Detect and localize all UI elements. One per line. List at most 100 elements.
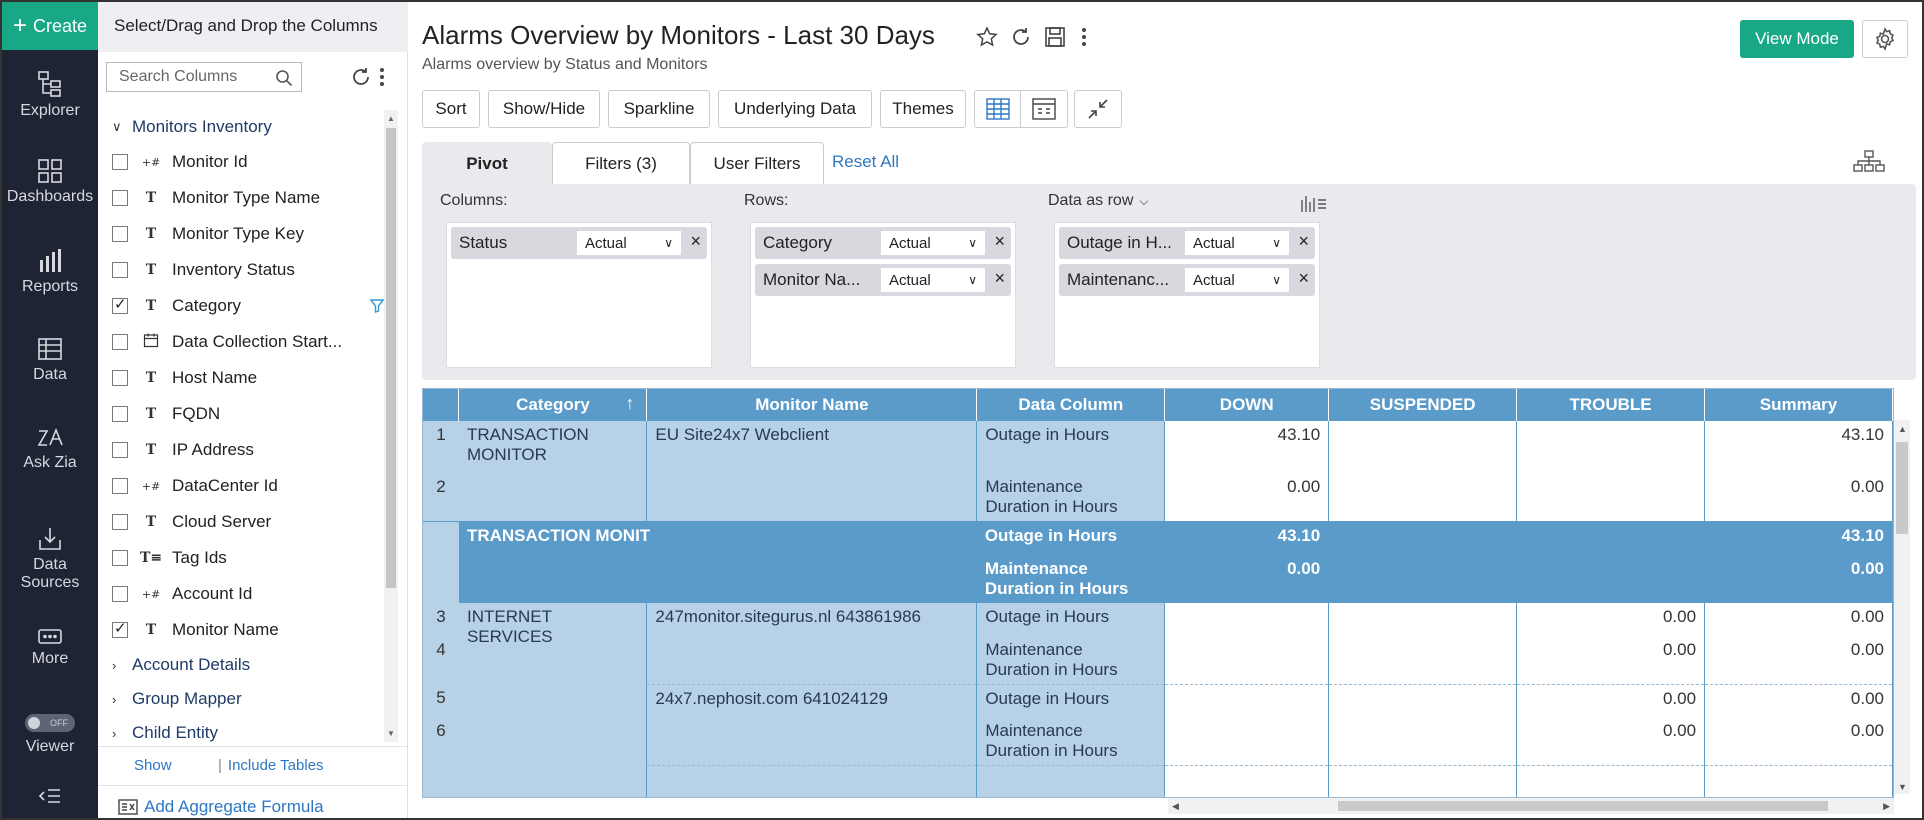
column-item[interactable]: T Monitor Name xyxy=(112,612,382,648)
scroll-up-icon[interactable]: ▲ xyxy=(387,114,395,123)
rows-shelf[interactable]: Category Actual ∨ × Monitor Na... Actual ∨ × xyxy=(750,222,1016,368)
column-checkbox[interactable] xyxy=(112,550,128,566)
column-checkbox[interactable] xyxy=(112,190,128,206)
column-checkbox[interactable] xyxy=(112,586,128,602)
shelf-pill[interactable]: Category Actual ∨ × xyxy=(755,227,1011,259)
nav-reports[interactable]: Reports xyxy=(2,248,98,296)
column-checkbox[interactable] xyxy=(112,226,128,242)
cell-monitor-name[interactable]: EU Site24x7 Webclient xyxy=(646,421,978,522)
header-category[interactable]: Category ↑ xyxy=(458,389,648,421)
column-item[interactable]: Data Collection Start... xyxy=(112,324,382,360)
column-item[interactable]: T Inventory Status xyxy=(112,252,382,288)
tab-filters[interactable]: Filters (3) xyxy=(552,142,690,184)
cell-summary[interactable]: 0.00 xyxy=(1704,602,1893,636)
collapse-nav[interactable] xyxy=(2,788,98,808)
header-data-column[interactable]: Data Column xyxy=(976,389,1166,421)
tree-group[interactable]: › Group Mapper xyxy=(112,682,382,716)
cell-suspended[interactable] xyxy=(1328,717,1518,766)
column-item[interactable]: T Host Name xyxy=(112,360,382,396)
cell-monitor-name[interactable]: 24x7.nephosit.com 641024129 xyxy=(646,684,978,766)
create-button[interactable]: + Create xyxy=(2,2,98,50)
column-checkbox[interactable] xyxy=(112,262,128,278)
sort-button[interactable]: Sort xyxy=(422,90,480,128)
cell-trouble[interactable]: 0.00 xyxy=(1516,635,1706,685)
scroll-down-icon[interactable]: ▼ xyxy=(387,729,395,738)
search-columns-input[interactable]: Search Columns xyxy=(106,62,302,92)
data-as-row-dropdown[interactable]: Data as row ⌵ xyxy=(1048,192,1148,210)
themes-button[interactable]: Themes xyxy=(880,90,966,128)
aggregate-select[interactable]: Actual ∨ xyxy=(881,268,985,292)
tree-group[interactable]: › Child Entity xyxy=(112,716,382,750)
subtotal-trouble[interactable] xyxy=(1516,554,1706,603)
scroll-up-icon[interactable]: ▲ xyxy=(1898,424,1907,434)
column-checkbox[interactable] xyxy=(112,514,128,530)
column-item[interactable]: +# Account Id xyxy=(112,576,382,612)
nav-data-sources[interactable]: Data Sources xyxy=(2,526,98,592)
header-trouble[interactable]: TROUBLE xyxy=(1516,389,1706,421)
add-aggregate-formula-link[interactable]: Add Aggregate Formula xyxy=(118,797,324,817)
tree-group[interactable]: › Account Details xyxy=(112,648,382,682)
data-shelf[interactable]: Outage in H... Actual ∨ × Maintenanc... Actua… xyxy=(1054,222,1320,368)
table-vertical-scrollbar[interactable]: ▲ ▼ xyxy=(1894,420,1910,794)
cell-summary[interactable]: 0.00 xyxy=(1704,635,1893,685)
aggregate-select[interactable]: Actual ∨ xyxy=(1185,268,1289,292)
filter-icon[interactable] xyxy=(369,298,385,318)
aggregate-select[interactable]: Actual ∨ xyxy=(1185,231,1289,255)
column-checkbox[interactable] xyxy=(112,406,128,422)
column-item[interactable]: T Monitor Type Key xyxy=(112,216,382,252)
remove-pill-icon[interactable]: × xyxy=(1298,232,1309,250)
column-item[interactable]: +# DataCenter Id xyxy=(112,468,382,504)
include-tables-link[interactable]: Include Tables xyxy=(218,757,324,774)
save-icon[interactable] xyxy=(1044,26,1066,48)
cell-category[interactable]: TRANSACTION MONITOR xyxy=(458,421,648,522)
nav-viewer[interactable]: OFF Viewer xyxy=(2,714,98,756)
cell-suspended[interactable] xyxy=(1328,635,1518,685)
nav-ask-zia[interactable]: Ask Zia xyxy=(2,426,98,472)
columns-shelf[interactable]: Status Actual ∨ × xyxy=(446,222,712,368)
cell-monitor-name[interactable]: 247monitor.sitegurus.nl 643861986 xyxy=(646,602,978,685)
subtotal-suspended[interactable] xyxy=(1328,554,1518,603)
underlying-data-button[interactable]: Underlying Data xyxy=(718,90,872,128)
remove-pill-icon[interactable]: × xyxy=(994,269,1005,287)
cell-down[interactable] xyxy=(1164,635,1330,685)
tab-pivot[interactable]: Pivot xyxy=(422,142,552,184)
column-checkbox[interactable] xyxy=(112,370,128,386)
scroll-thumb[interactable] xyxy=(1896,442,1908,534)
column-checkbox[interactable] xyxy=(112,154,128,170)
aggregate-select[interactable]: Actual ∨ xyxy=(577,231,681,255)
columns-scrollbar[interactable]: ▲ ▼ xyxy=(384,110,398,742)
cell-down[interactable] xyxy=(1164,602,1330,636)
cell-trouble[interactable]: 0.00 xyxy=(1516,717,1706,766)
hierarchy-icon[interactable] xyxy=(1852,150,1886,172)
column-item[interactable]: T IP Address xyxy=(112,432,382,468)
collapse-button[interactable] xyxy=(1074,90,1122,128)
reload-icon[interactable] xyxy=(1010,26,1032,48)
shelf-pill[interactable]: Maintenanc... Actual ∨ × xyxy=(1059,264,1315,296)
column-item[interactable]: T≡ Tag Ids xyxy=(112,540,382,576)
show-hide-button[interactable]: Show/Hide xyxy=(488,90,600,128)
sort-ascending-icon[interactable]: ↑ xyxy=(625,393,634,414)
column-item[interactable]: T Category xyxy=(112,288,385,324)
subtotal-down[interactable]: 43.10 xyxy=(1164,521,1330,555)
subtotal-summary[interactable]: 43.10 xyxy=(1704,521,1893,555)
nav-data[interactable]: Data xyxy=(2,336,98,384)
pivot-view-button[interactable] xyxy=(974,90,1022,128)
sparkline-button[interactable]: Sparkline xyxy=(608,90,710,128)
cell-down[interactable] xyxy=(1164,717,1330,766)
subtotal-suspended[interactable] xyxy=(1328,521,1518,555)
more-options-icon[interactable] xyxy=(1080,26,1088,48)
nav-explorer[interactable]: Explorer xyxy=(2,70,98,120)
chart-format-icon[interactable] xyxy=(1300,192,1328,214)
cell-trouble[interactable]: 0.00 xyxy=(1516,602,1706,636)
column-checkbox[interactable] xyxy=(112,619,128,638)
cell-category[interactable]: INTERNET SERVICES xyxy=(458,602,648,797)
column-item[interactable]: +# Monitor Id xyxy=(112,144,382,180)
shelf-pill[interactable]: Outage in H... Actual ∨ × xyxy=(1059,227,1315,259)
cell-summary[interactable]: 0.00 xyxy=(1704,684,1893,717)
remove-pill-icon[interactable]: × xyxy=(994,232,1005,250)
column-item[interactable]: T Monitor Type Name xyxy=(112,180,382,216)
cell-down[interactable]: 43.10 xyxy=(1164,421,1330,473)
show-link[interactable]: Show xyxy=(134,757,172,774)
view-mode-button[interactable]: View Mode xyxy=(1740,20,1854,58)
subtotal-down[interactable]: 0.00 xyxy=(1164,554,1330,603)
